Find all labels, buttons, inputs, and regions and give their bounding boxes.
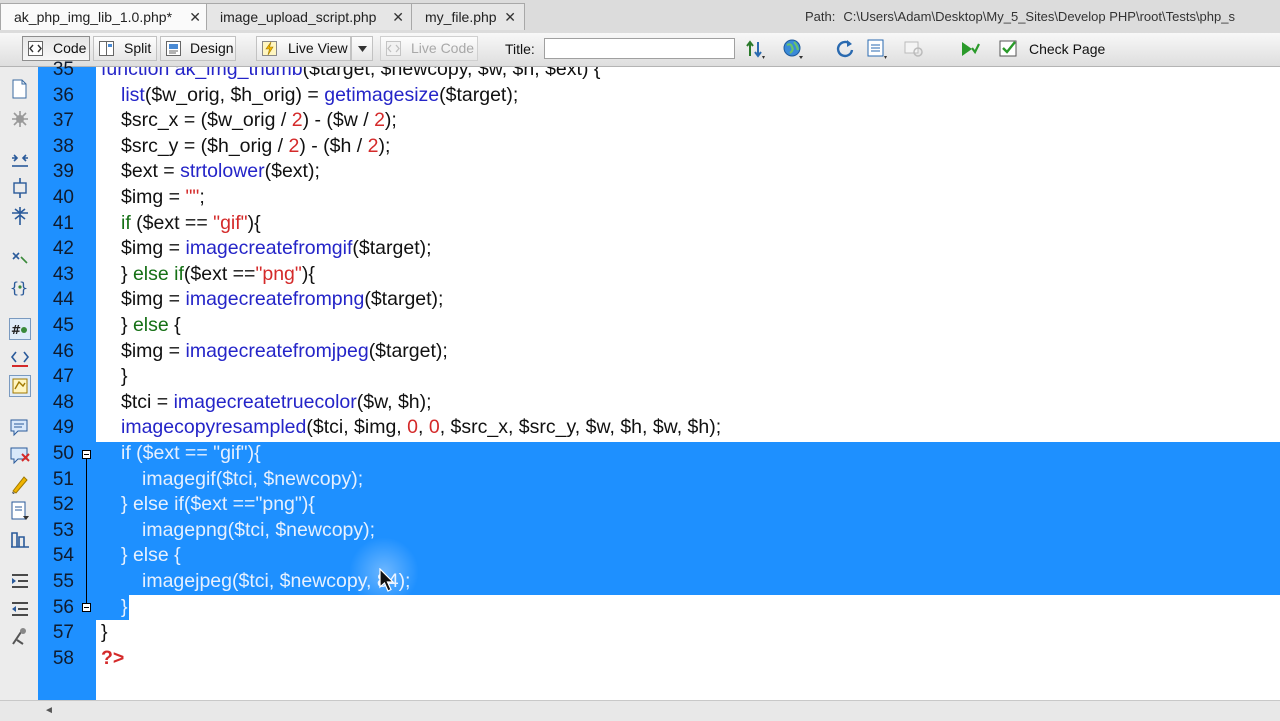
browser-check-icon[interactable] xyxy=(903,38,925,60)
tab-ak-php-img-lib[interactable]: ak_php_img_lib_1.0.php* ✕ xyxy=(0,3,210,30)
line-number: 37 xyxy=(52,110,74,132)
document-toolbar: Code Split Design Live View Live Code Ti… xyxy=(0,33,1280,67)
code-line[interactable]: imagegif($tci, $newcopy); xyxy=(142,467,363,493)
design-view-icon xyxy=(166,41,181,56)
code-line[interactable]: imagepng($tci, $newcopy); xyxy=(142,518,375,544)
tab-label: my_file.php xyxy=(425,9,497,25)
code-line[interactable]: } xyxy=(121,364,128,390)
tab-image-upload-script[interactable]: image_upload_script.php ✕ xyxy=(206,3,413,30)
live-view-icon xyxy=(262,41,277,56)
collapse-block-icon[interactable] xyxy=(82,603,91,612)
document-tab-bar: ak_php_img_lib_1.0.php* ✕ image_upload_s… xyxy=(0,0,1280,34)
code-line[interactable]: $img = ""; xyxy=(121,185,205,211)
code-line[interactable]: } xyxy=(101,620,108,646)
line-number: 42 xyxy=(52,238,74,260)
line-number: 36 xyxy=(52,84,74,106)
close-icon[interactable]: ✕ xyxy=(504,4,516,31)
line-number: 55 xyxy=(52,571,74,592)
live-code-label: Live Code xyxy=(411,40,475,56)
code-line[interactable]: $tci = imagecreatetruecolor($w, $h); xyxy=(121,390,432,416)
title-input[interactable] xyxy=(544,38,735,59)
code-line[interactable]: $src_y = ($h_orig / 2) - ($h / 2); xyxy=(121,134,390,160)
design-view-button[interactable]: Design xyxy=(160,36,236,61)
line-number: 43 xyxy=(52,263,74,285)
line-number: 57 xyxy=(52,622,74,644)
split-view-label: Split xyxy=(124,40,152,56)
code-line[interactable]: $ext = strtolower($ext); xyxy=(121,159,320,185)
line-number: 44 xyxy=(52,289,74,311)
preview-in-browser-icon[interactable] xyxy=(782,38,804,60)
line-number: 47 xyxy=(52,366,74,388)
live-code-icon xyxy=(386,41,401,56)
collapse-block-icon[interactable] xyxy=(82,450,91,459)
validate-markup-icon[interactable] xyxy=(958,38,980,60)
tab-my-file[interactable]: my_file.php ✕ xyxy=(411,3,525,30)
live-view-button[interactable]: Live View xyxy=(256,36,351,61)
code-line[interactable]: } else { xyxy=(121,543,181,569)
line-number: 50 xyxy=(52,443,74,464)
line-number: 48 xyxy=(52,391,74,413)
path-label: Path: xyxy=(805,9,836,24)
code-line[interactable]: ?> xyxy=(101,646,124,672)
visual-aids-icon[interactable] xyxy=(866,38,888,60)
code-line[interactable]: $img = imagecreatefrompng($target); xyxy=(121,287,443,313)
line-number: 56 xyxy=(52,596,74,618)
line-number: 46 xyxy=(52,340,74,362)
line-number: 53 xyxy=(52,519,74,541)
scroll-left-icon[interactable]: ◄ xyxy=(44,705,54,716)
line-number: 40 xyxy=(52,187,74,208)
code-line[interactable]: } else if($ext =="png"){ xyxy=(121,262,315,288)
line-number: 45 xyxy=(52,315,74,336)
file-management-icon[interactable] xyxy=(744,38,766,60)
code-view-icon xyxy=(28,41,43,56)
line-number: 54 xyxy=(52,545,74,567)
code-line[interactable]: $img = imagecreatefromgif($target); xyxy=(121,236,432,262)
line-number: 58 xyxy=(52,647,74,669)
live-view-label: Live View xyxy=(288,40,348,56)
svg-text:#: # xyxy=(11,323,21,337)
path-value: C:\Users\Adam\Desktop\My_5_Sites\Develop… xyxy=(843,9,1235,24)
document-path: Path: C:\Users\Adam\Desktop\My_5_Sites\De… xyxy=(805,0,1235,33)
close-icon[interactable]: ✕ xyxy=(189,4,201,31)
code-line[interactable]: imagecopyresampled($tci, $img, 0, 0, $sr… xyxy=(121,415,721,441)
code-line[interactable]: $img = imagecreatefromjpeg($target); xyxy=(121,339,448,365)
code-line[interactable]: } else if($ext =="png"){ xyxy=(121,492,315,518)
code-line[interactable]: if ($ext == "gif"){ xyxy=(121,211,261,237)
horizontal-scrollbar[interactable]: ◄ xyxy=(0,700,1280,721)
check-page-label[interactable]: Check Page xyxy=(1029,33,1105,66)
line-number: 41 xyxy=(52,212,74,234)
title-label: Title: xyxy=(505,41,535,57)
close-icon[interactable]: ✕ xyxy=(392,4,404,31)
code-line[interactable]: function ak_img_thumb($target, $newcopy,… xyxy=(101,67,600,83)
code-line[interactable]: list($w_orig, $h_orig) = getimagesize($t… xyxy=(121,83,518,109)
line-number: 35 xyxy=(52,59,74,80)
check-page-icon[interactable] xyxy=(998,38,1020,60)
split-view-icon xyxy=(99,41,114,56)
code-editor[interactable]: function ak_img_thumb($target, $newcopy,… xyxy=(96,67,1280,700)
line-number: 38 xyxy=(52,135,74,157)
line-number: 52 xyxy=(52,494,74,516)
split-view-button[interactable]: Split xyxy=(93,36,157,61)
line-number-gutter: 35 36 37 38 39 40 41 42 43 44 45 46 47 48 49 50 51 52 53 54… xyxy=(38,59,96,700)
code-line[interactable]: $src_x = ($w_orig / 2) - ($w / 2); xyxy=(121,108,397,134)
live-code-button[interactable]: Live Code xyxy=(380,36,478,61)
line-number: 39 xyxy=(52,161,74,183)
fold-bracket xyxy=(86,459,87,604)
code-line[interactable]: } else { xyxy=(121,313,181,339)
line-number: 51 xyxy=(52,468,74,490)
line-number: 49 xyxy=(52,417,74,439)
design-view-label: Design xyxy=(190,40,234,56)
code-line[interactable]: if ($ext == "gif"){ xyxy=(121,441,261,467)
live-view-options-button[interactable] xyxy=(351,36,373,61)
refresh-icon[interactable] xyxy=(834,38,856,60)
mouse-pointer-icon xyxy=(379,568,395,592)
code-line[interactable]: } xyxy=(121,595,128,621)
tab-label: image_upload_script.php xyxy=(220,9,377,25)
chevron-down-icon xyxy=(358,46,367,52)
tab-label: ak_php_img_lib_1.0.php* xyxy=(14,9,173,25)
